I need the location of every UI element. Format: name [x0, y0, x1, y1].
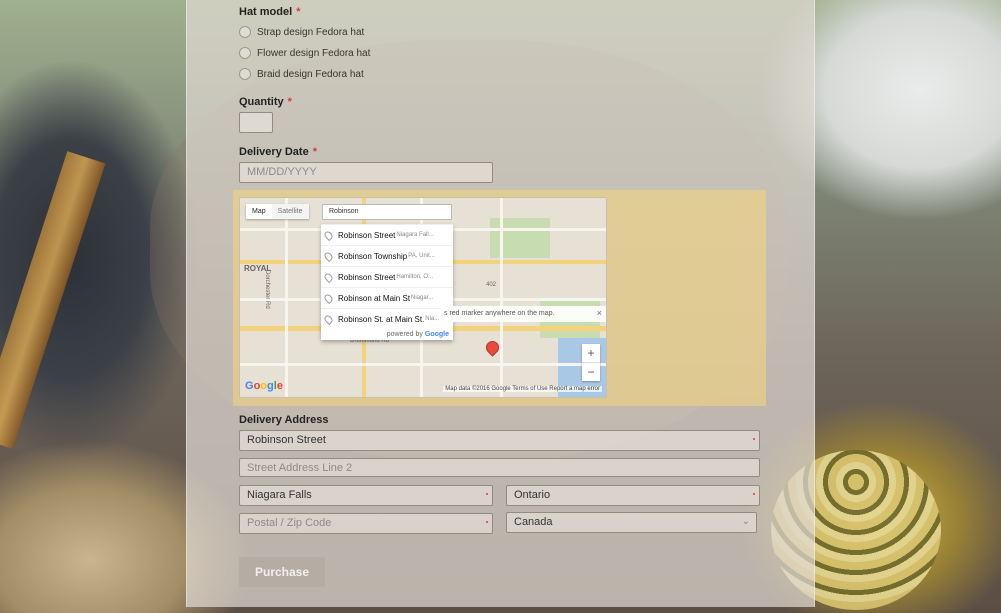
google-logo: Google: [245, 380, 283, 392]
hat-model-label: Hat model *: [239, 6, 301, 18]
hat-band: [0, 151, 106, 449]
powered-by-google: powered by Google: [386, 331, 449, 338]
street-address-line-1[interactable]: Robinson Street: [239, 430, 760, 451]
map-park: [490, 218, 550, 258]
required-dot: [486, 493, 488, 495]
state-province-field[interactable]: Ontario: [506, 485, 760, 506]
suggestion-item[interactable]: Robinson St. at Main St. Nia...: [321, 308, 453, 329]
map-credits[interactable]: Map data ©2016 Google Terms of Use Repor…: [443, 386, 602, 392]
quantity-label: Quantity *: [239, 96, 292, 108]
location-pin-icon: [322, 229, 335, 241]
satellite-tab[interactable]: Satellite: [271, 204, 309, 219]
country-select[interactable]: Canada ⌄: [506, 512, 757, 533]
required-asterisk: *: [287, 96, 292, 108]
required-asterisk: *: [312, 146, 317, 158]
location-pin-icon: [322, 250, 335, 262]
zoom-in-button[interactable]: +: [582, 344, 600, 362]
chevron-down-icon: ⌄: [741, 516, 750, 527]
location-pin-icon: [322, 313, 335, 325]
required-dot: [753, 438, 755, 440]
suggestion-item[interactable]: Robinson Street Niagara Fall...: [321, 224, 453, 245]
quantity-input[interactable]: [239, 112, 273, 133]
zoom-control: + −: [582, 344, 600, 381]
delivery-date-input[interactable]: MM/DD/YYYY: [239, 162, 493, 183]
map-tab[interactable]: Map: [246, 204, 272, 219]
radio-option-braid[interactable]: Braid design Fedora hat: [239, 67, 364, 81]
location-pin-icon: [322, 292, 335, 304]
radio-option-strap[interactable]: Strap design Fedora hat: [239, 25, 364, 39]
delivery-date-label: Delivery Date *: [239, 146, 317, 158]
map-street-label: Dorchester Rd: [264, 270, 270, 309]
location-pin-icon: [322, 271, 335, 283]
purchase-button[interactable]: Purchase: [239, 557, 325, 587]
suggestion-item[interactable]: Robinson Street Hamilton, O...: [321, 266, 453, 287]
street-address-line-2[interactable]: Street Address Line 2: [239, 458, 760, 477]
suggestion-item[interactable]: Robinson at Main St Niagar...: [321, 287, 453, 308]
autocomplete-dropdown: Robinson Street Niagara Fall... Robinson …: [321, 224, 453, 340]
postal-code-field[interactable]: Postal / Zip Code: [239, 513, 493, 534]
required-dot: [753, 493, 755, 495]
map-marker-icon[interactable]: [484, 339, 501, 356]
map-type-control: Map Satellite: [246, 204, 309, 219]
radio-button[interactable]: [239, 68, 251, 80]
required-dot: [486, 521, 488, 523]
google-map[interactable]: ROYAL Dorchester Rd Drummond Rd 402 420 …: [239, 197, 607, 398]
radio-option-flower[interactable]: Flower design Fedora hat: [239, 46, 370, 60]
zoom-out-button[interactable]: −: [582, 362, 600, 381]
radio-button[interactable]: [239, 47, 251, 59]
suggestion-item[interactable]: Robinson Township PA, Unit...: [321, 245, 453, 266]
map-route-label: 402: [486, 282, 497, 288]
map-instruction-tooltip: s red marker anywhere on the map. ×: [440, 306, 606, 322]
map-search-input[interactable]: Robinson: [322, 204, 452, 220]
close-icon[interactable]: ×: [597, 308, 602, 318]
map-road: [240, 363, 606, 366]
delivery-address-label: Delivery Address: [239, 414, 329, 426]
required-asterisk: *: [296, 6, 301, 18]
city-field[interactable]: Niagara Falls: [239, 485, 493, 506]
radio-button[interactable]: [239, 26, 251, 38]
